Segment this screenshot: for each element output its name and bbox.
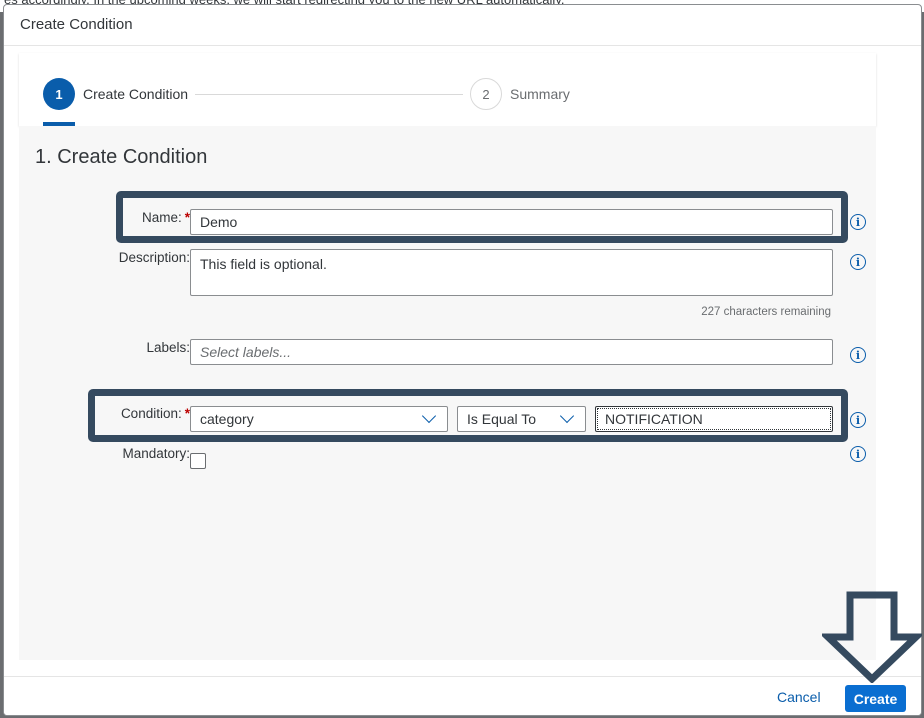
labels-multiinput[interactable]: Select labels... — [190, 339, 833, 365]
mandatory-checkbox[interactable] — [190, 453, 206, 469]
create-button[interactable]: Create — [845, 685, 906, 712]
dialog-header: Create Condition — [4, 5, 921, 46]
condition-label: Condition: * — [120, 406, 190, 421]
dialog-footer: Cancel Create — [4, 676, 921, 715]
name-label: Name: * — [141, 210, 190, 225]
mandatory-label: Mandatory: — [122, 446, 190, 461]
wizard-step-content: 1. Create Condition Name: * Demo i Descri… — [19, 126, 876, 660]
info-icon[interactable]: i — [850, 347, 866, 363]
info-icon[interactable]: i — [850, 412, 866, 428]
labels-label: Labels: — [146, 340, 190, 355]
condition-value-input[interactable]: NOTIFICATION — [595, 406, 833, 432]
cancel-button[interactable]: Cancel — [777, 689, 821, 705]
step-label: Create Condition — [83, 86, 189, 102]
dialog-title: Create Condition — [20, 16, 133, 33]
selected-operator: Is Equal To — [467, 411, 537, 427]
info-icon[interactable]: i — [850, 254, 866, 270]
info-icon[interactable]: i — [850, 446, 866, 462]
create-condition-dialog: Create Condition 1 Create Condition 2 Su… — [3, 4, 922, 716]
selected-field: category — [200, 411, 254, 427]
name-input[interactable]: Demo — [190, 209, 833, 235]
step-connector-line — [195, 94, 463, 95]
section-title: 1. Create Condition — [35, 146, 208, 168]
wizard-progress-navigator: 1 Create Condition 2 Summary — [19, 53, 876, 126]
info-icon[interactable]: i — [850, 214, 866, 230]
condition-operator-select[interactable]: Is Equal To — [457, 406, 586, 432]
wizard-step-create-condition[interactable]: 1 Create Condition — [43, 78, 188, 110]
description-label: Description: — [118, 250, 190, 265]
step-label: Summary — [510, 86, 570, 102]
step-number-badge: 2 — [470, 78, 502, 110]
chevron-down-icon — [559, 408, 575, 424]
characters-remaining: 227 characters remaining — [701, 306, 831, 318]
wizard-step-summary[interactable]: 2 Summary — [470, 78, 570, 110]
down-arrow-annotation-icon — [822, 591, 922, 683]
step-number-badge: 1 — [43, 78, 75, 110]
chevron-down-icon — [421, 408, 437, 424]
condition-field-select[interactable]: category — [190, 406, 448, 432]
description-textarea[interactable]: This field is optional. — [190, 249, 833, 296]
